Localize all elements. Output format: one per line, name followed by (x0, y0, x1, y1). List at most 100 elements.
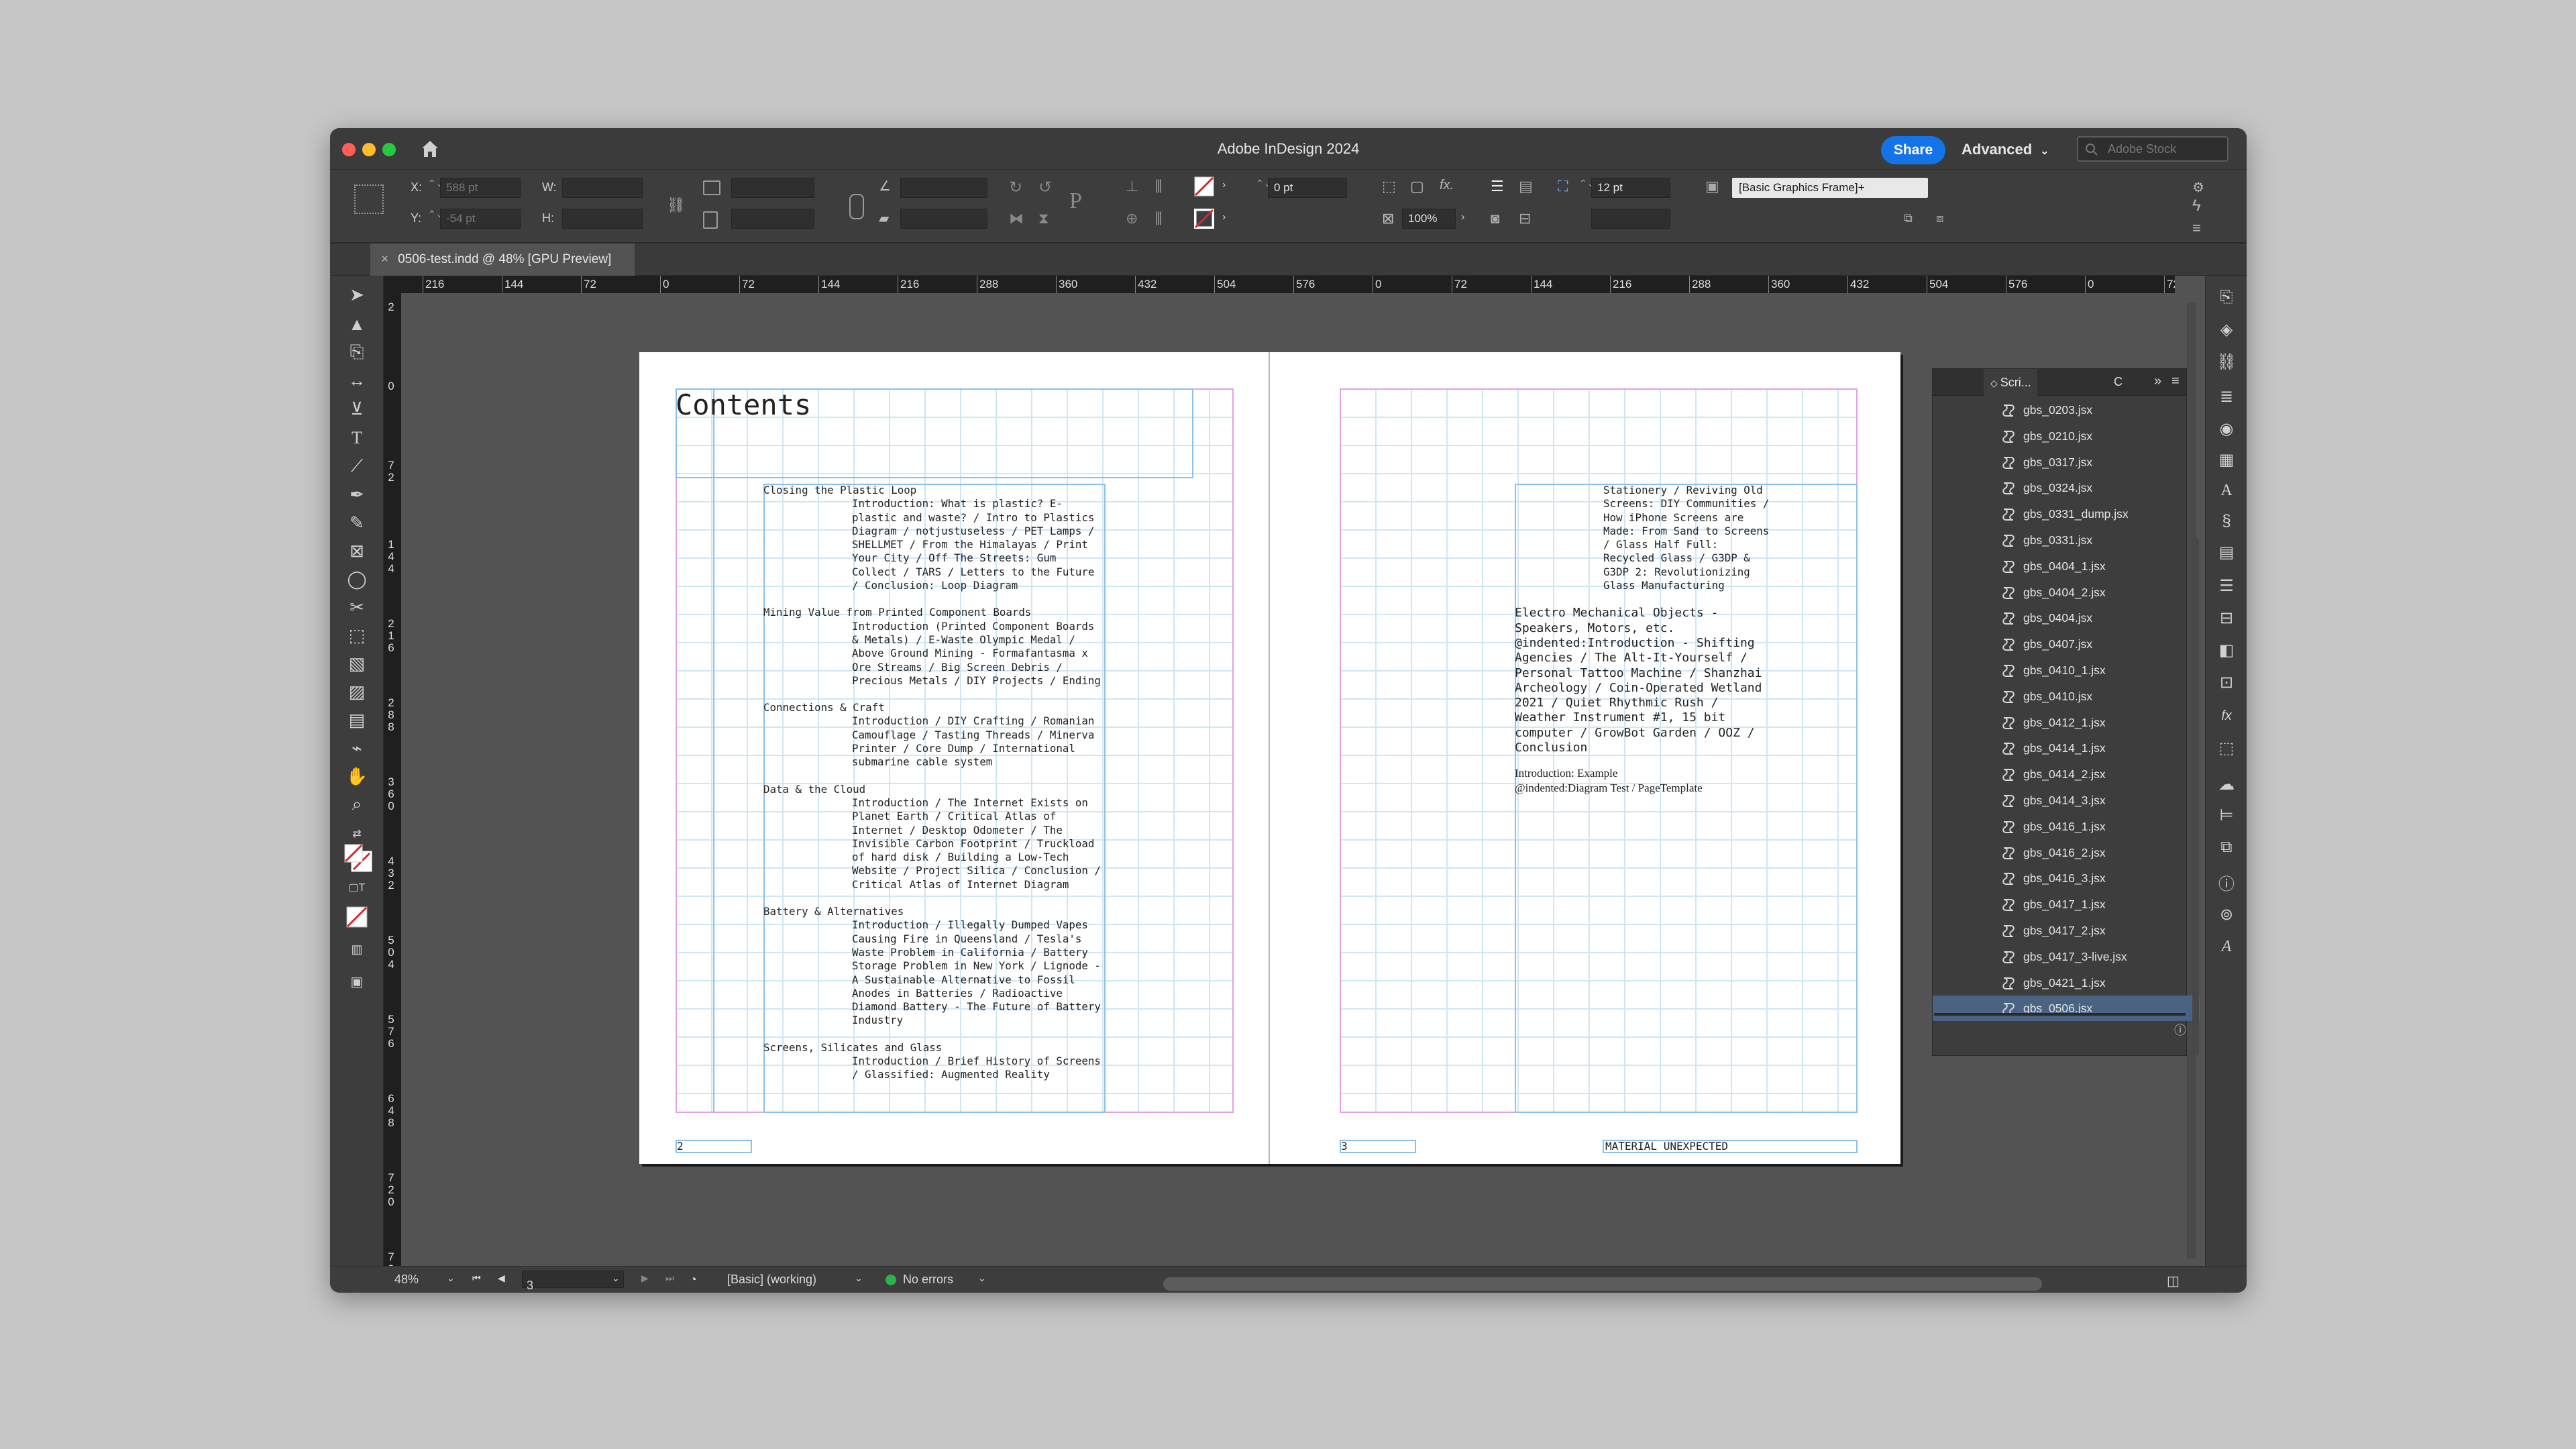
first-page-icon[interactable]: ⏮ (472, 1273, 481, 1284)
info-panel-icon[interactable]: ⓘ (2217, 873, 2236, 894)
zoom-tool-icon[interactable]: ⌕ (346, 794, 368, 815)
scripts-panel-icon[interactable]: § (2217, 512, 2236, 531)
preview-mode-icon[interactable]: ▣ (346, 971, 368, 992)
scale-x-field[interactable] (731, 178, 814, 198)
script-list-item[interactable]: gbs_0331_dump.jsx (1933, 501, 2200, 527)
script-list-item[interactable]: gbs_0324.jsx (1933, 475, 2200, 500)
align-center-icon[interactable]: ⊕ (1126, 210, 1143, 227)
cc-libraries-icon[interactable]: ☁ (2217, 775, 2236, 794)
scale-y-field[interactable] (731, 209, 814, 229)
text-wrap-panel-icon[interactable]: ▤ (2217, 543, 2236, 561)
line-tool-icon[interactable]: ⟋ (346, 455, 368, 477)
tab-second[interactable]: C (2114, 375, 2123, 389)
text-wrap-around-icon[interactable]: ▤ (1519, 178, 1536, 195)
menu-icon[interactable]: ≡ (2192, 219, 2210, 237)
script-list-item[interactable]: gbs_0412_1.jsx (1933, 710, 2200, 735)
columns-field[interactable] (1591, 209, 1670, 229)
script-list-item[interactable]: gbs_0404_2.jsx (1933, 580, 2200, 605)
chevron-down-icon[interactable]: ⌄ (855, 1273, 863, 1284)
gradient-feather-tool-icon[interactable]: ▨ (346, 681, 368, 702)
script-list-item[interactable]: gbs_0417_3-live.jsx (1933, 944, 2200, 969)
script-list-item[interactable]: gbs_0210.jsx (1933, 423, 2200, 449)
pencil-tool-icon[interactable]: ✎ (346, 512, 368, 533)
previous-page-icon[interactable]: ◀ (498, 1273, 505, 1284)
folio-frame[interactable] (1340, 1140, 1416, 1153)
gradient-panel-icon[interactable]: ◧ (2217, 641, 2236, 659)
rotate-cw-icon[interactable]: ↻ (1009, 178, 1026, 197)
tab-scripts[interactable]: ◇ Scri... (1984, 369, 2037, 396)
gap-tool-icon[interactable]: ↔ (346, 370, 368, 391)
pathfinder-icon[interactable]: ⧉ (2217, 838, 2236, 857)
script-list-item[interactable]: gbs_0410_1.jsx (1933, 657, 2200, 683)
panel-menu-icon[interactable]: ≡ (2171, 374, 2180, 389)
pages-panel-icon[interactable]: ⎘ (2217, 288, 2236, 307)
h-field[interactable] (562, 209, 643, 229)
rectangle-frame-tool-icon[interactable]: ⊠ (346, 540, 368, 561)
glyphs-panel-icon[interactable]: A (2217, 937, 2236, 956)
script-list-item[interactable]: gbs_0331.jsx (1933, 527, 2200, 553)
constrain-scale-icon[interactable] (849, 194, 864, 219)
horizontal-scrollbar[interactable] (1163, 1277, 2042, 1291)
share-button[interactable]: Share (1881, 136, 1945, 164)
zoom-level[interactable]: 48% (394, 1273, 419, 1287)
chevron-right-icon[interactable]: › (1222, 211, 1226, 223)
text-wrap-shape-icon[interactable]: ◙ (1491, 210, 1508, 227)
preflight-profile[interactable]: [Basic] (working) (727, 1273, 816, 1287)
align-objects-icon[interactable]: ⊨ (2217, 806, 2236, 824)
transform-panel-icon[interactable]: ⬚ (2217, 739, 2236, 757)
scissors-tool-icon[interactable]: ✂ (346, 596, 368, 618)
text-wrap-icon[interactable]: ☰ (1491, 178, 1508, 195)
preflight-errors[interactable]: No errors (903, 1273, 953, 1287)
script-list-item[interactable]: gbs_0317.jsx (1933, 449, 2200, 475)
y-field[interactable]: -54 pt (440, 209, 521, 229)
stroke-weight-field[interactable]: 0 pt (1268, 178, 1347, 198)
folio-frame[interactable] (676, 1140, 752, 1153)
pasteboard[interactable]: Contents Closing the Plastic Loop Introdu… (401, 293, 2175, 1266)
reference-point-icon[interactable] (354, 184, 384, 214)
fill-swatch-icon[interactable] (1194, 176, 1214, 197)
screen-mode-icon[interactable]: ▥ (346, 938, 368, 960)
chevron-right-icon[interactable]: › (1461, 211, 1464, 223)
chevron-right-icon[interactable]: › (1222, 179, 1226, 191)
last-page-icon[interactable]: ⏭ (665, 1273, 674, 1284)
scale-y-icon[interactable] (703, 211, 718, 229)
chevron-down-icon[interactable]: ⌄ (612, 1273, 620, 1284)
flip-horizontal-icon[interactable]: ⧓ (1009, 210, 1026, 227)
hand-tool-icon[interactable]: ✋ (346, 765, 368, 787)
fx-panel-icon[interactable]: fx (2217, 706, 2236, 725)
note-tool-icon[interactable]: ▤ (346, 709, 368, 731)
script-list-item[interactable]: gbs_0416_1.jsx (1933, 814, 2200, 839)
script-list-item[interactable]: gbs_0506.jsx (1933, 996, 2200, 1022)
auto-fit-icon[interactable]: ⛶ (1558, 178, 1575, 195)
script-list-item[interactable]: gbs_0416_2.jsx (1933, 840, 2200, 865)
script-list-item[interactable]: gbs_0414_3.jsx (1933, 788, 2200, 813)
chevron-down-icon[interactable]: ⌄ (447, 1273, 455, 1284)
unlink-icon[interactable]: ⧈ (1936, 211, 1953, 229)
fitting-frame-icon[interactable]: ⬚ (1382, 178, 1399, 195)
page-number-field[interactable]: 3 (522, 1271, 624, 1292)
script-list-item[interactable]: gbs_0417_1.jsx (1933, 892, 2200, 917)
page-tool-icon[interactable]: ⎘ (346, 341, 368, 363)
lightning-icon[interactable]: ϟ (2192, 197, 2210, 215)
script-list-item[interactable]: gbs_0404_1.jsx (1933, 553, 2200, 579)
gradient-tool-icon[interactable]: ▧ (346, 653, 368, 674)
split-layout-icon[interactable]: ◫ (2167, 1273, 2180, 1289)
fill-stroke-swatch-icon[interactable] (343, 843, 373, 873)
constrain-proportions-icon[interactable]: ⛓ (667, 197, 686, 214)
shear-field[interactable] (900, 209, 987, 229)
effects-panel-icon[interactable]: ⊡ (2217, 673, 2236, 692)
formatting-affects-icon[interactable]: ▢T (346, 877, 368, 898)
character-panel-icon[interactable]: A (2217, 481, 2236, 500)
opacity-field[interactable]: 100% (1402, 209, 1456, 229)
rotation-field[interactable] (900, 178, 987, 198)
chevron-down-icon[interactable]: ⌄ (978, 1273, 986, 1284)
free-transform-tool-icon[interactable]: ⬚ (346, 625, 368, 646)
script-list-item[interactable]: gbs_0414_1.jsx (1933, 735, 2200, 761)
workspace-switcher[interactable]: Advanced ⌄ (1962, 139, 2049, 160)
layers-panel-icon[interactable]: ◈ (2217, 320, 2236, 339)
flip-vertical-icon[interactable]: ⧗ (1038, 210, 1056, 227)
pen-tool-icon[interactable]: ✒ (346, 484, 368, 505)
selection-tool-icon[interactable]: ➤ (346, 284, 368, 305)
swatches-panel-icon[interactable]: ▦ (2217, 450, 2236, 469)
direct-selection-tool-icon[interactable]: ▲ (346, 313, 368, 335)
